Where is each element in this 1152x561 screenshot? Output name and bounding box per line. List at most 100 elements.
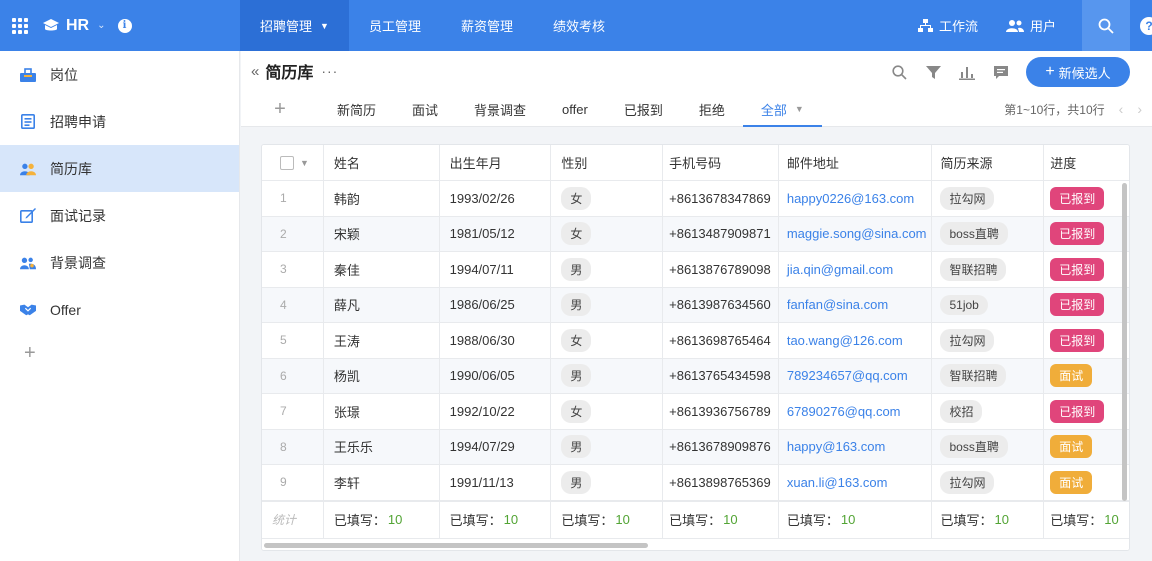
name-cell[interactable]: 宋颖 [324, 216, 440, 251]
email-cell[interactable]: tao.wang@126.com [779, 323, 933, 358]
email-cell[interactable]: jia.qin@gmail.com [779, 252, 933, 287]
column-header[interactable]: 邮件地址 [779, 145, 933, 180]
email-cell[interactable]: maggie.song@sina.com [779, 216, 933, 251]
birth-cell[interactable]: 1991/11/13 [440, 465, 552, 500]
workflow-button[interactable]: 工作流 [904, 16, 992, 35]
phone-cell[interactable]: +8613765434598 [663, 358, 779, 393]
email-cell[interactable]: happy0226@163.com [779, 181, 933, 216]
gender-cell[interactable]: 男 [551, 358, 664, 393]
status-cell[interactable]: 已报到 [1044, 394, 1129, 429]
table-row[interactable]: 3 秦佳 1994/07/11 男 +8613876789098 jia.qin@gmai… [262, 252, 1129, 288]
column-header[interactable]: 性别 [551, 145, 664, 180]
birth-cell[interactable]: 1993/02/26 [440, 181, 552, 216]
name-cell[interactable]: 杨凯 [324, 358, 440, 393]
phone-cell[interactable]: +8613678909876 [663, 429, 779, 464]
phone-cell[interactable]: +8613698765464 [663, 323, 779, 358]
phone-cell[interactable]: +8613876789098 [663, 252, 779, 287]
table-row[interactable]: 7 张璟 1992/10/22 女 +8613936756789 67890276@qq.… [262, 394, 1129, 430]
sidebar-item-position[interactable]: 岗位 [0, 51, 239, 98]
info-icon[interactable]: i [117, 18, 132, 33]
gender-cell[interactable]: 男 [551, 252, 664, 287]
gender-cell[interactable]: 女 [551, 323, 664, 358]
birth-cell[interactable]: 1988/06/30 [440, 323, 552, 358]
tab-rejected[interactable]: 拒绝 [681, 91, 743, 127]
app-grid-icon[interactable] [12, 17, 28, 34]
tab-onboarded[interactable]: 已报到 [606, 91, 681, 127]
name-cell[interactable]: 王涛 [324, 323, 440, 358]
column-header[interactable]: 手机号码 [663, 145, 779, 180]
tab-background-check[interactable]: 背景调查 [456, 91, 544, 127]
column-header[interactable]: 姓名 [324, 145, 440, 180]
tab-all[interactable]: 全部 ▼ [742, 91, 822, 127]
sidebar-item-interview-record[interactable]: 面试记录 [0, 192, 239, 239]
sidebar-add-button[interactable]: + [0, 333, 239, 373]
name-cell[interactable]: 李轩 [324, 465, 440, 500]
topnav-recruitment[interactable]: 招聘管理 ▼ [240, 0, 349, 51]
email-link[interactable]: 789234657@qq.com [787, 368, 908, 383]
status-cell[interactable]: 已报到 [1044, 217, 1129, 252]
column-header[interactable]: 简历来源 [932, 145, 1045, 180]
column-header[interactable]: 出生年月 [440, 145, 552, 180]
source-cell[interactable]: boss直聘 [932, 429, 1045, 464]
source-cell[interactable]: 智联招聘 [932, 252, 1045, 287]
phone-cell[interactable]: +8613487909871 [663, 216, 779, 251]
email-link[interactable]: maggie.song@sina.com [787, 226, 927, 241]
source-cell[interactable]: 拉勾网 [932, 323, 1045, 358]
name-cell[interactable]: 秦佳 [324, 252, 440, 287]
topnav-salary[interactable]: 薪资管理 [441, 0, 533, 51]
status-cell[interactable]: 已报到 [1044, 323, 1129, 358]
birth-cell[interactable]: 1986/06/25 [440, 287, 552, 322]
gender-cell[interactable]: 女 [551, 216, 664, 251]
phone-cell[interactable]: +8613987634560 [663, 287, 779, 322]
add-view-button[interactable]: + [241, 98, 319, 121]
vertical-scrollbar[interactable] [1122, 183, 1127, 501]
status-cell[interactable]: 已报到 [1044, 288, 1129, 323]
gender-cell[interactable]: 男 [551, 465, 664, 500]
next-page-icon[interactable]: › [1137, 101, 1142, 117]
email-link[interactable]: happy0226@163.com [787, 191, 914, 206]
email-link[interactable]: fanfan@sina.com [787, 297, 888, 312]
gender-cell[interactable]: 男 [551, 429, 664, 464]
name-cell[interactable]: 韩韵 [324, 181, 440, 216]
source-cell[interactable]: boss直聘 [932, 216, 1045, 251]
topnav-performance[interactable]: 绩效考核 [533, 0, 625, 51]
gender-cell[interactable]: 女 [551, 394, 664, 429]
email-link[interactable]: 67890276@qq.com [787, 404, 901, 419]
birth-cell[interactable]: 1994/07/11 [440, 252, 552, 287]
email-link[interactable]: happy@163.com [787, 439, 885, 454]
name-cell[interactable]: 薛凡 [324, 287, 440, 322]
horizontal-scrollbar-thumb[interactable] [264, 543, 648, 548]
source-cell[interactable]: 51job [932, 287, 1045, 322]
birth-cell[interactable]: 1981/05/12 [440, 216, 552, 251]
column-header[interactable]: 进度 [1044, 145, 1129, 180]
gender-cell[interactable]: 男 [551, 287, 664, 322]
source-cell[interactable]: 校招 [932, 394, 1045, 429]
users-button[interactable]: 用户 [992, 16, 1070, 35]
name-cell[interactable]: 王乐乐 [324, 429, 440, 464]
phone-cell[interactable]: +8613936756789 [663, 394, 779, 429]
status-cell[interactable]: 已报到 [1044, 181, 1129, 216]
table-row[interactable]: 6 杨凯 1990/06/05 男 +8613765434598 789234657@qq… [262, 358, 1129, 394]
phone-cell[interactable]: +8613898765369 [663, 465, 779, 500]
caret-down-icon[interactable]: ▼ [300, 158, 309, 168]
email-link[interactable]: jia.qin@gmail.com [787, 262, 893, 277]
sidebar-item-background-check[interactable]: 背景调查 [0, 239, 239, 286]
source-cell[interactable]: 智联招聘 [932, 358, 1045, 393]
status-cell[interactable]: 面试 [1044, 430, 1129, 465]
app-name[interactable]: HR [66, 17, 89, 35]
sidebar-item-resume-library[interactable]: 简历库 [0, 145, 239, 192]
more-options-icon[interactable]: ··· [321, 63, 338, 79]
search-tool-button[interactable] [882, 57, 916, 87]
birth-cell[interactable]: 1992/10/22 [440, 394, 552, 429]
tab-offer[interactable]: offer [544, 91, 606, 127]
email-link[interactable]: tao.wang@126.com [787, 333, 903, 348]
table-row[interactable]: 2 宋颖 1981/05/12 女 +8613487909871 maggie.song@… [262, 216, 1129, 252]
email-cell[interactable]: 789234657@qq.com [779, 358, 933, 393]
app-switch-chevron-icon[interactable]: ⌄ [97, 20, 105, 31]
gender-cell[interactable]: 女 [551, 181, 664, 216]
table-row[interactable]: 8 王乐乐 1994/07/29 男 +8613678909876 happy@163.c… [262, 429, 1129, 465]
sidebar-item-application[interactable]: 招聘申请 [0, 98, 239, 145]
sidebar-item-offer[interactable]: Offer [0, 286, 239, 333]
horizontal-scrollbar[interactable] [262, 540, 1129, 550]
filter-button[interactable] [916, 57, 950, 87]
